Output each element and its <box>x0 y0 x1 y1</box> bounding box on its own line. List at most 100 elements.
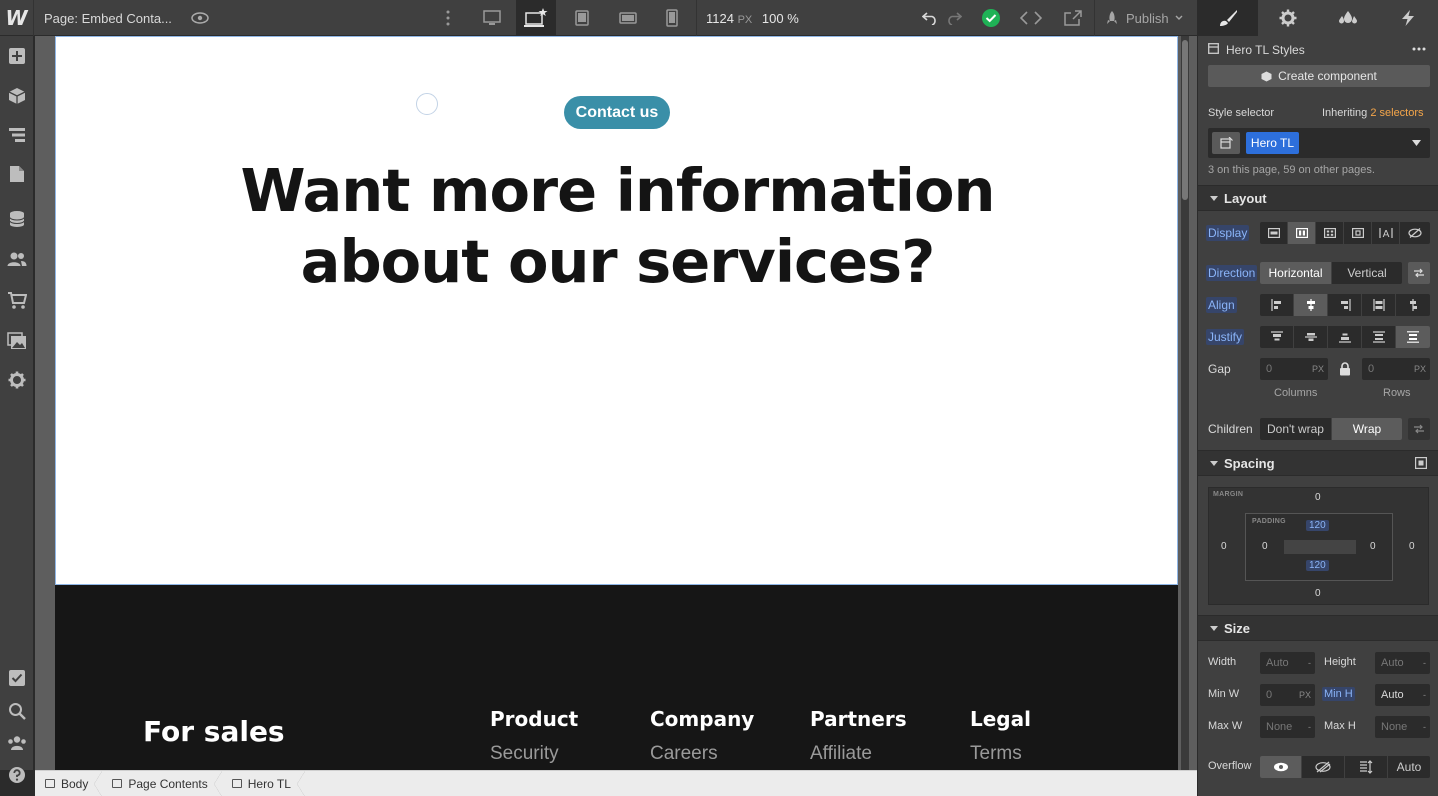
overflow-auto-option[interactable]: Auto <box>1388 756 1430 778</box>
display-flex-icon[interactable] <box>1288 222 1316 244</box>
footer-link[interactable]: Security <box>490 743 559 765</box>
display-inline-block-icon[interactable] <box>1344 222 1372 244</box>
breadcrumb-item-body[interactable]: Body <box>35 770 103 796</box>
help-icon[interactable] <box>0 758 34 792</box>
max-width-input[interactable]: None - <box>1260 716 1315 738</box>
breadcrumb-item-hero-tl[interactable]: Hero TL <box>222 770 306 796</box>
code-export-icon[interactable] <box>1011 0 1051 36</box>
footer-link[interactable]: Affiliate <box>810 743 872 765</box>
reverse-direction-icon[interactable] <box>1408 262 1430 284</box>
justify-start-icon[interactable] <box>1260 326 1294 348</box>
footer-column-title[interactable]: Product <box>490 707 578 731</box>
min-width-input[interactable]: 0 PX <box>1260 684 1315 706</box>
preview-eye-icon[interactable] <box>180 0 220 36</box>
footer-column-title[interactable]: Company <box>650 707 754 731</box>
users-icon[interactable] <box>0 242 34 276</box>
align-stretch-icon[interactable] <box>1362 294 1396 316</box>
create-component-button[interactable]: Create component <box>1208 65 1430 87</box>
wrap-reverse-icon[interactable] <box>1408 418 1430 440</box>
direction-horizontal-option[interactable]: Horizontal <box>1260 262 1332 284</box>
inheriting-count[interactable]: 2 selectors <box>1370 107 1423 119</box>
padding-bottom-value[interactable]: 120 <box>1306 560 1329 571</box>
footer-link[interactable]: Terms <box>970 743 1022 765</box>
page-selector[interactable]: Page: Embed Conta... <box>44 11 172 26</box>
display-block-icon[interactable] <box>1260 222 1288 244</box>
min-height-input[interactable]: Auto - <box>1375 684 1430 706</box>
ecommerce-cart-icon[interactable] <box>0 283 34 317</box>
wrap-option[interactable]: Wrap <box>1332 418 1402 440</box>
padding-right-value[interactable]: 0 <box>1370 541 1376 552</box>
justify-space-between-icon[interactable] <box>1362 326 1396 348</box>
size-section-header[interactable]: Size <box>1198 615 1438 641</box>
tab-style[interactable] <box>1198 0 1258 36</box>
layout-section-header[interactable]: Layout <box>1198 185 1438 211</box>
max-height-input[interactable]: None - <box>1375 716 1430 738</box>
more-horizontal-icon[interactable] <box>1412 47 1426 51</box>
status-check-icon[interactable] <box>971 0 1011 36</box>
search-icon[interactable] <box>0 694 34 728</box>
canvas-scrollbar-thumb[interactable] <box>1182 40 1188 200</box>
components-cube-icon[interactable] <box>0 79 34 113</box>
tab-style-manager[interactable] <box>1318 0 1378 36</box>
display-none-icon[interactable] <box>1400 222 1430 244</box>
pages-icon[interactable] <box>0 157 34 191</box>
overflow-scroll-icon[interactable] <box>1345 756 1388 778</box>
more-vertical-icon[interactable] <box>428 0 468 36</box>
tab-interactions[interactable] <box>1378 0 1438 36</box>
display-inline-icon[interactable]: A <box>1372 222 1400 244</box>
share-icon[interactable] <box>1053 0 1093 36</box>
cms-database-icon[interactable] <box>0 202 34 236</box>
padding-top-value[interactable]: 120 <box>1306 520 1329 531</box>
align-end-icon[interactable] <box>1328 294 1362 316</box>
footer-column-title[interactable]: Partners <box>810 707 907 731</box>
dont-wrap-option[interactable]: Don't wrap <box>1260 418 1332 440</box>
canvas-zoom-value[interactable]: 100 % <box>762 11 799 26</box>
collaborators-icon[interactable] <box>0 726 34 760</box>
redo-icon[interactable] <box>936 0 972 36</box>
overflow-hidden-icon[interactable] <box>1302 756 1345 778</box>
gap-columns-input[interactable]: 0 PX <box>1260 358 1328 380</box>
footer-link[interactable]: Careers <box>650 743 718 765</box>
tab-settings[interactable] <box>1258 0 1318 36</box>
footer-heading[interactable]: For sales <box>143 715 285 748</box>
align-baseline-icon[interactable] <box>1396 294 1430 316</box>
lock-icon[interactable] <box>1339 362 1351 376</box>
align-center-icon[interactable] <box>1294 294 1328 316</box>
hero-heading[interactable]: Want more information about our services… <box>56 155 1179 297</box>
spacing-section-header[interactable]: Spacing <box>1198 450 1438 476</box>
tablet-breakpoint-icon[interactable] <box>562 0 602 36</box>
publish-button[interactable]: Publish <box>1104 0 1183 36</box>
selector-dropdown-icon[interactable] <box>1412 140 1421 146</box>
designer-canvas[interactable]: Contact us Want more information about o… <box>35 36 1197 770</box>
assets-images-icon[interactable] <box>0 324 34 358</box>
height-input[interactable]: Auto - <box>1375 652 1430 674</box>
spacing-expand-icon[interactable] <box>1415 457 1427 469</box>
footer-column-title[interactable]: Legal <box>970 707 1031 731</box>
mobile-landscape-breakpoint-icon[interactable] <box>608 0 648 36</box>
selector-chip[interactable]: Hero TL <box>1246 132 1299 154</box>
margin-top-value[interactable]: 0 <box>1315 492 1321 503</box>
breadcrumb-item-page-contents[interactable]: Page Contents <box>102 770 223 796</box>
tasks-check-icon[interactable] <box>0 661 34 695</box>
contact-us-pill[interactable]: Contact us <box>564 96 670 129</box>
justify-space-around-icon[interactable] <box>1396 326 1430 348</box>
margin-right-value[interactable]: 0 <box>1409 541 1415 552</box>
hero-section[interactable]: Contact us Want more information about o… <box>55 36 1178 585</box>
selector-state-icon[interactable] <box>1212 132 1240 154</box>
navigator-icon[interactable] <box>0 118 34 152</box>
gap-rows-input[interactable]: 0 PX <box>1362 358 1430 380</box>
desktop-breakpoint-icon[interactable] <box>472 0 512 36</box>
padding-left-value[interactable]: 0 <box>1262 541 1268 552</box>
margin-bottom-value[interactable]: 0 <box>1315 588 1321 599</box>
style-selector-field[interactable]: Hero TL <box>1208 128 1430 158</box>
add-elements-icon[interactable] <box>0 39 34 73</box>
webflow-logo[interactable]: W <box>0 0 34 36</box>
mobile-portrait-breakpoint-icon[interactable] <box>652 0 692 36</box>
inheriting-info[interactable]: Inheriting 2 selectors <box>1322 107 1424 119</box>
align-start-icon[interactable] <box>1260 294 1294 316</box>
overflow-visible-icon[interactable] <box>1260 756 1302 778</box>
direction-vertical-option[interactable]: Vertical <box>1332 262 1402 284</box>
justify-center-icon[interactable] <box>1294 326 1328 348</box>
width-input[interactable]: Auto - <box>1260 652 1315 674</box>
justify-end-icon[interactable] <box>1328 326 1362 348</box>
